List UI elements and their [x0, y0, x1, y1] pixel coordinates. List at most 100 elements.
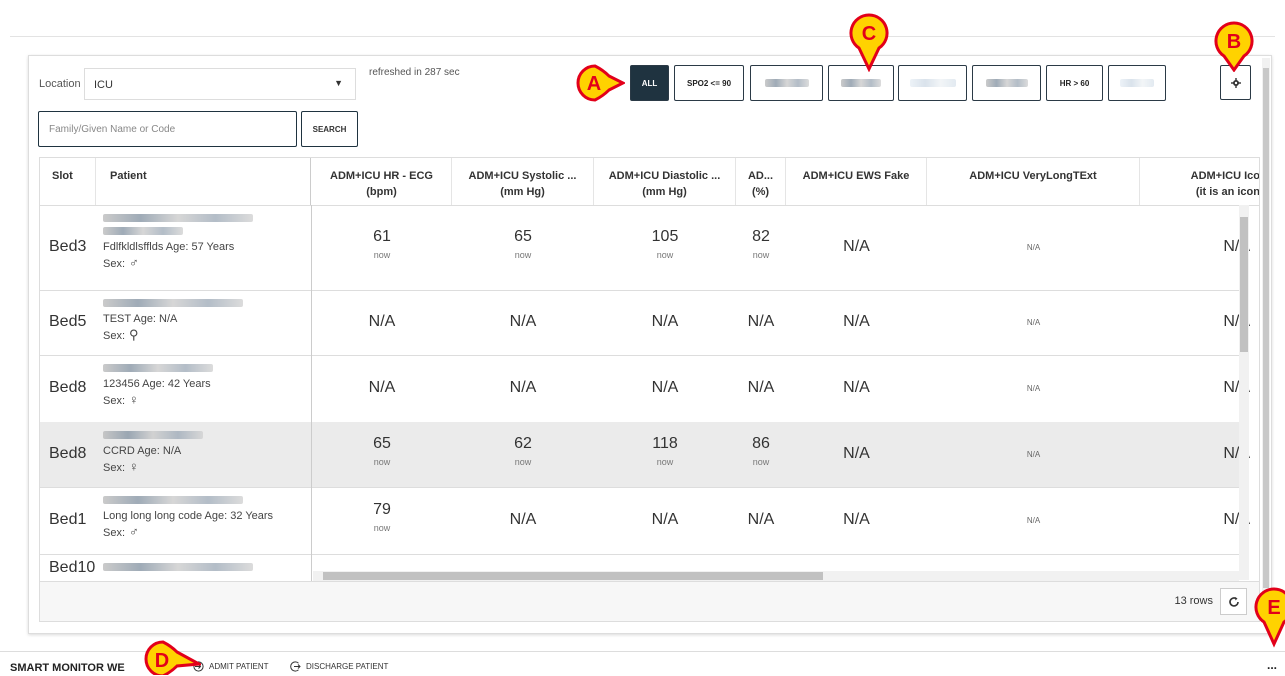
column-header-patient[interactable]: Patient	[96, 158, 311, 205]
sex-icon: ⚲	[129, 327, 139, 342]
redacted-label	[985, 79, 1028, 87]
refresh-status: refreshed in 287 sec	[369, 67, 460, 78]
scroll-thumb[interactable]	[323, 572, 823, 580]
value-cell-sys: 62 now	[514, 434, 532, 467]
patient-sex: Sex: ♀	[103, 392, 139, 407]
value-cell-vlt: N/A	[1026, 317, 1041, 327]
value-cell-dia: 118 now	[652, 434, 678, 467]
filter-all-button[interactable]: ALL	[630, 65, 669, 101]
svg-text:E: E	[1267, 597, 1280, 619]
column-header-verylongtext[interactable]: ADM+ICU VeryLongTExt	[927, 158, 1140, 205]
scroll-thumb[interactable]	[1263, 68, 1269, 588]
app-title: SMART MONITOR WE	[10, 662, 125, 674]
value-cell-ico: N/A	[1223, 444, 1250, 462]
grid-vertical-scrollbar[interactable]	[1239, 205, 1249, 580]
more-options-button[interactable]: ...	[1267, 658, 1277, 672]
column-header-hr[interactable]: ADM+ICU HR - ECG (bpm)	[312, 158, 452, 205]
value-cell-hr: 65 now	[373, 434, 391, 467]
svg-text:D: D	[155, 650, 169, 672]
table-row[interactable]: Bed8 CCRD Age: N/A Sex: ♀ 65 now 62 now 118 now 86…	[40, 422, 1250, 488]
patient-grid: Slot Patient ADM+ICU HR - ECG (bpm) ADM+I…	[39, 157, 1260, 622]
filter-redacted-button-4[interactable]	[972, 65, 1041, 101]
value-cell-hr: N/A	[368, 378, 396, 396]
value-cell-vlt: N/A	[1026, 515, 1041, 525]
value-cell-ews: N/A	[843, 312, 870, 330]
column-header-icon[interactable]: ADM+ICU Ico (it is an icon	[1140, 158, 1259, 205]
location-select[interactable]: ICU ▼	[84, 68, 356, 100]
column-header-slot[interactable]: Slot	[40, 158, 96, 205]
location-label: Location	[39, 78, 81, 90]
table-row[interactable]: Bed5 TEST Age: N/A Sex: ⚲ N/A N/A N/A N/A N/A N/A…	[40, 290, 1250, 356]
value-cell-sp: 82 now	[752, 227, 770, 260]
redacted-name	[103, 496, 243, 504]
column-header-spo2[interactable]: AD... (%)	[736, 158, 786, 205]
callout-a-marker: A	[576, 64, 625, 102]
patient-cell: Long long long code Age: 32 Years Sex: ♂	[103, 493, 273, 541]
redacted-name	[103, 299, 243, 307]
svg-text:A: A	[587, 73, 601, 95]
column-header-diastolic[interactable]: ADM+ICU Diastolic ... (mm Hg)	[594, 158, 736, 205]
value-cell-sys: N/A	[509, 378, 537, 396]
value-cell-sys: N/A	[509, 510, 537, 528]
value-cell-sp: N/A	[747, 378, 775, 396]
table-row[interactable]: Bed8 123456 Age: 42 Years Sex: ♀ N/A N/A N/A N/…	[40, 355, 1250, 423]
chevron-down-icon: ▼	[334, 78, 343, 88]
value-cell-hr: 79 now	[373, 500, 391, 533]
value-cell-ico: N/A	[1223, 378, 1250, 396]
value-cell-sys: N/A	[509, 312, 537, 330]
callout-c-marker: C	[849, 13, 889, 72]
callout-b-marker: B	[1214, 21, 1254, 72]
patient-info: 123456 Age: 42 Years	[103, 378, 211, 390]
search-button[interactable]: SEARCH	[301, 111, 358, 147]
patient-cell: CCRD Age: N/A Sex: ♀	[103, 428, 203, 476]
slot-cell: Bed3	[49, 237, 87, 255]
value-cell-dia: N/A	[651, 378, 679, 396]
redacted-name	[103, 214, 253, 222]
patient-info: Long long long code Age: 32 Years	[103, 510, 274, 522]
value-cell-dia: N/A	[651, 312, 679, 330]
patient-cell: Fdlfkldlsfflds Age: 57 Years Sex: ♂	[103, 211, 253, 272]
column-header-systolic[interactable]: ADM+ICU Systolic ... (mm Hg)	[452, 158, 594, 205]
redacted-name	[103, 364, 213, 372]
redacted-label	[1120, 79, 1154, 87]
filter-redacted-button-5[interactable]	[1108, 65, 1166, 101]
value-cell-vlt: N/A	[1026, 383, 1041, 393]
discharge-patient-button[interactable]: DISCHARGE PATIENT	[290, 661, 388, 672]
column-header-ews[interactable]: ADM+ICU EWS Fake	[786, 158, 927, 205]
value-cell-ico: N/A	[1223, 312, 1250, 330]
value-cell-sp: 86 now	[752, 434, 770, 467]
patient-info: CCRD Age: N/A	[103, 445, 182, 457]
search-input[interactable]: Family/Given Name or Code	[38, 111, 297, 147]
admit-patient-button[interactable]: ADMIT PATIENT	[193, 661, 269, 672]
callout-d-marker: D	[144, 640, 201, 675]
redacted-label	[764, 79, 809, 87]
slot-cell: Bed1	[49, 510, 87, 528]
callout-e-marker: E	[1254, 587, 1285, 648]
filter-redacted-button-3[interactable]	[898, 65, 967, 101]
sex-icon: ♂	[129, 255, 139, 270]
filter-redacted-button-1[interactable]	[750, 65, 823, 101]
top-divider	[10, 36, 1275, 37]
grid-horizontal-scrollbar[interactable]	[313, 571, 1239, 581]
scroll-thumb[interactable]	[1240, 217, 1248, 352]
table-row[interactable]: Bed1 Long long long code Age: 32 Years Sex…	[40, 487, 1250, 555]
patient-cell: 123456 Age: 42 Years Sex: ♀	[103, 361, 213, 409]
patient-info: TEST Age: N/A	[103, 313, 178, 325]
redacted-name	[103, 227, 183, 235]
filter-hr-button[interactable]: HR > 60	[1046, 65, 1103, 101]
value-cell-sp: N/A	[747, 312, 775, 330]
reload-button[interactable]	[1220, 588, 1247, 615]
slot-cell: Bed5	[49, 312, 87, 330]
value-cell-vlt: N/A	[1026, 242, 1041, 252]
value-cell-ews: N/A	[843, 378, 870, 396]
sex-icon: ♂	[129, 524, 139, 539]
filter-spo2-button[interactable]: SPO2 <= 90	[674, 65, 744, 101]
redacted-name	[103, 431, 203, 439]
table-row[interactable]: Bed3 Fdlfkldlsfflds Age: 57 Years Sex: ♂ 61 n…	[40, 205, 1250, 291]
patient-info: Fdlfkldlsfflds Age: 57 Years	[103, 241, 235, 253]
slot-cell: Bed8	[49, 444, 87, 462]
slot-cell: Bed10	[49, 559, 96, 576]
discharge-icon	[290, 661, 301, 672]
page-scrollbar[interactable]	[1262, 58, 1270, 598]
patient-cell	[103, 560, 253, 576]
